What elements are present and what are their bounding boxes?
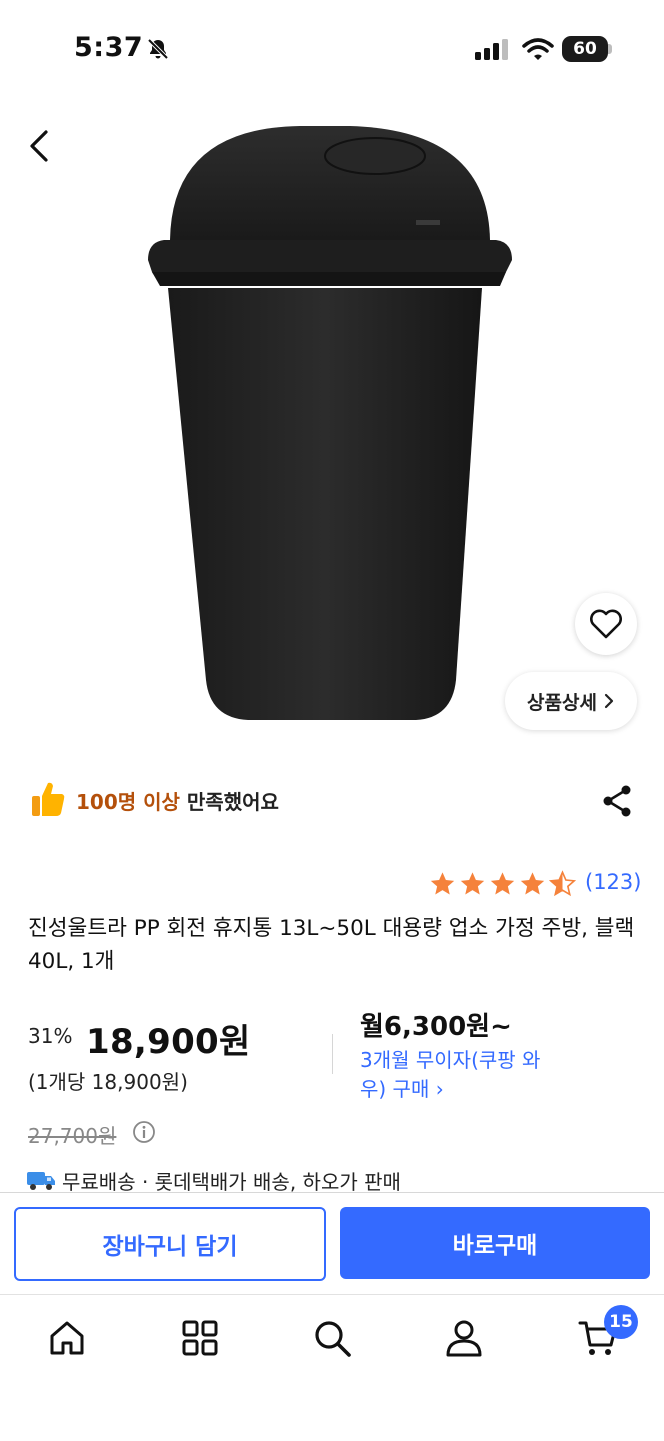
back-chevron-icon[interactable] bbox=[22, 126, 58, 166]
wifi-icon bbox=[522, 38, 554, 60]
review-count[interactable]: (123) bbox=[585, 870, 641, 894]
home-icon[interactable] bbox=[47, 1318, 87, 1358]
info-icon[interactable] bbox=[132, 1120, 156, 1144]
satisfaction-highlight: 100명 이상 bbox=[76, 790, 180, 814]
installment-link[interactable]: 3개월 무이자(쿠팡 와우) 구매 › bbox=[360, 1046, 560, 1104]
wishlist-button[interactable] bbox=[575, 593, 637, 655]
thumbs-up-icon bbox=[32, 782, 65, 816]
bottom-navigation bbox=[0, 1294, 664, 1441]
user-account-icon[interactable] bbox=[444, 1318, 484, 1358]
bell-off-icon bbox=[147, 38, 169, 60]
product-detail-button[interactable]: 상품상세 bbox=[505, 672, 637, 730]
star-full-icon bbox=[430, 872, 455, 895]
star-full-icon bbox=[460, 872, 485, 895]
discount-rate: 31% bbox=[28, 1024, 73, 1048]
category-grid-icon[interactable] bbox=[180, 1318, 220, 1358]
delivery-info: 무료배송 · 롯데택배가 배송, 하오가 판매 bbox=[62, 1170, 401, 1194]
monthly-price: 월6,300원~ bbox=[360, 1012, 512, 1042]
buy-now-button[interactable]: 바로구매 bbox=[340, 1207, 650, 1279]
battery-cap bbox=[608, 44, 612, 54]
product-image-trash-can bbox=[148, 126, 512, 720]
status-time: 5:37 bbox=[74, 32, 144, 63]
cart-count-badge: 15 bbox=[604, 1305, 638, 1339]
price-divider bbox=[332, 1034, 333, 1074]
product-title: 진성울트라 PP 회전 휴지통 13L~50L 대용량 업소 가정 주방, 블랙… bbox=[28, 916, 635, 974]
chevron-right-icon bbox=[604, 693, 614, 709]
satisfaction-rest: 만족했어요 bbox=[186, 790, 279, 814]
signal-icon bbox=[475, 39, 508, 60]
star-rating[interactable] bbox=[428, 870, 577, 898]
search-icon[interactable] bbox=[312, 1318, 352, 1358]
original-price: 27,700원 bbox=[28, 1124, 117, 1148]
sale-price: 18,900원 bbox=[86, 1022, 251, 1062]
star-full-icon bbox=[490, 872, 515, 895]
heart-icon bbox=[590, 609, 622, 639]
unit-price: (1개당 18,900원) bbox=[28, 1070, 188, 1094]
share-icon[interactable] bbox=[600, 783, 634, 819]
star-full-icon bbox=[520, 872, 545, 895]
star-half-icon bbox=[548, 870, 577, 897]
add-to-cart-button[interactable]: 장바구니 담기 bbox=[14, 1207, 326, 1281]
battery-indicator: 60 bbox=[562, 36, 608, 62]
product-detail-label: 상품상세 bbox=[527, 691, 597, 714]
satisfaction-text: 100명 이상 만족했어요 bbox=[76, 786, 279, 815]
delivery-truck-icon bbox=[27, 1172, 55, 1190]
